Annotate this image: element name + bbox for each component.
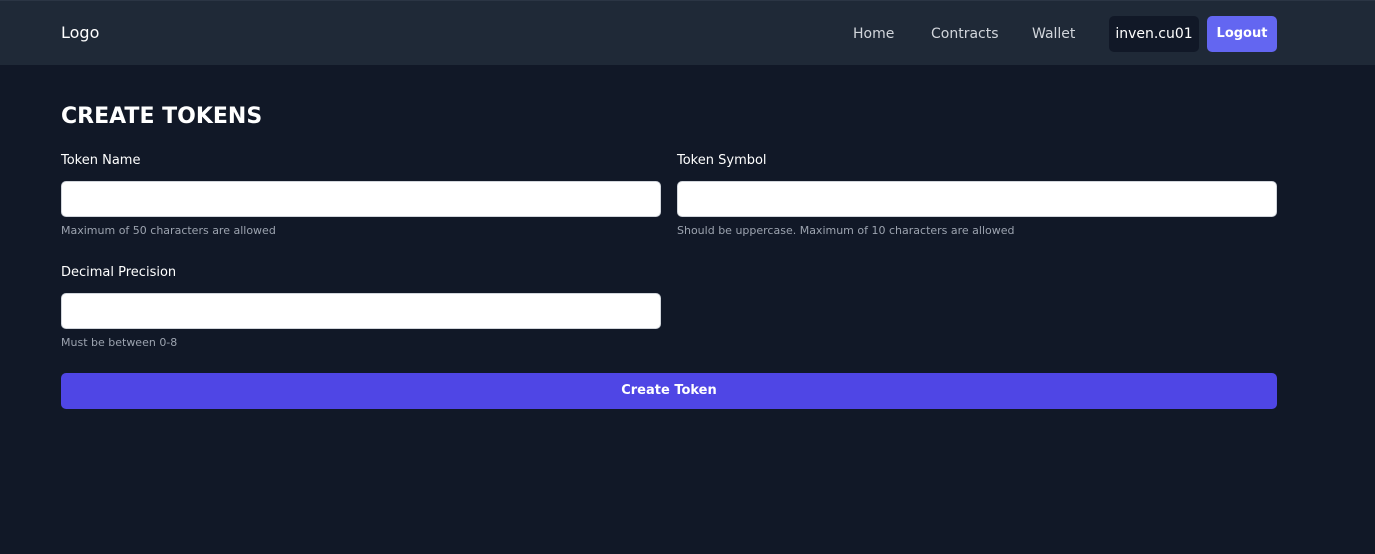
decimal-precision-label: Decimal Precision [61,265,177,280]
top-navbar: Logo Home Contracts Wallet inven.cu01 Lo… [0,0,1375,65]
nav-link-home[interactable]: Home [853,24,894,44]
page-title: CREATE TOKENS [61,104,263,129]
token-name-label: Token Name [61,153,141,168]
logout-button[interactable]: Logout [1207,16,1277,52]
token-symbol-input[interactable] [677,181,1277,217]
create-token-button[interactable]: Create Token [61,373,1277,409]
decimal-precision-help: Must be between 0-8 [61,336,178,349]
nav-link-contracts[interactable]: Contracts [931,24,999,44]
token-symbol-help: Should be uppercase. Maximum of 10 chara… [677,224,1015,237]
account-name-badge: inven.cu01 [1109,16,1199,52]
nav-link-wallet[interactable]: Wallet [1032,24,1075,44]
logo[interactable]: Logo [61,22,99,44]
token-name-help: Maximum of 50 characters are allowed [61,224,276,237]
token-symbol-label: Token Symbol [677,153,767,168]
decimal-precision-input[interactable] [61,293,661,329]
token-name-input[interactable] [61,181,661,217]
